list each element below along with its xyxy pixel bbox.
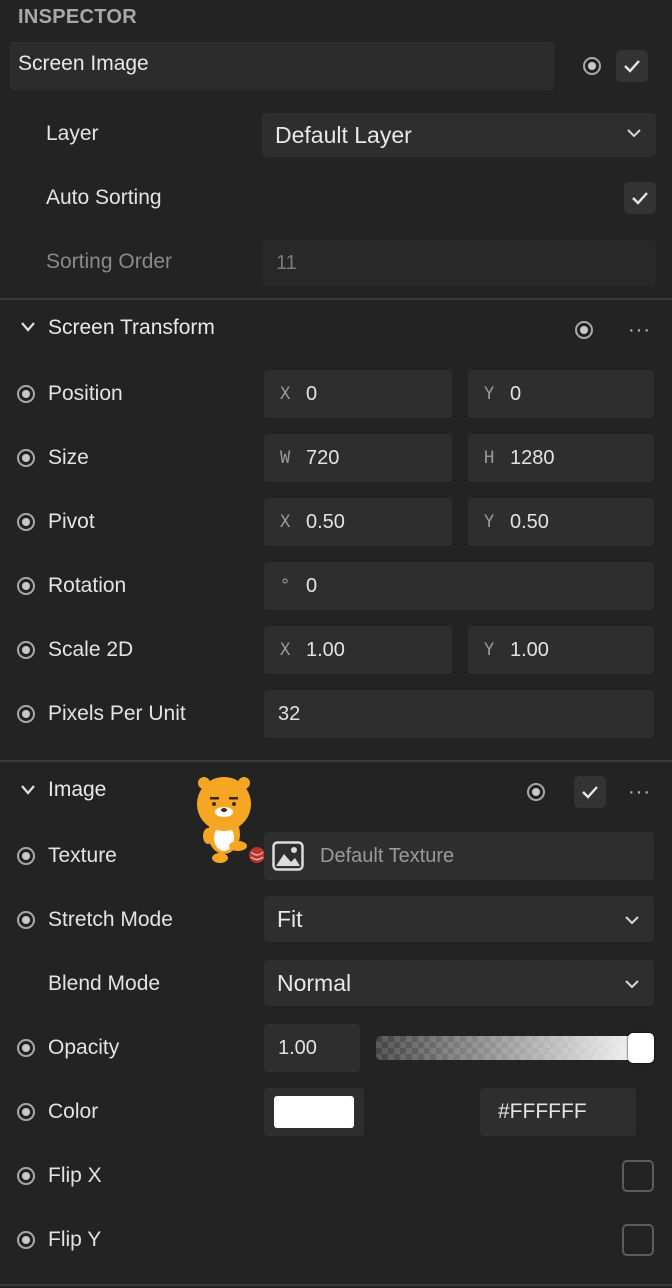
scale-x-value: 1.00 — [306, 639, 345, 661]
sorting-order-field: 11 — [262, 240, 656, 286]
chevron-down-icon — [625, 980, 639, 989]
layer-select[interactable]: Default Layer — [262, 113, 656, 157]
opacity-label: Opacity — [48, 1036, 120, 1059]
position-y-field[interactable]: Y 0 — [468, 370, 654, 418]
flip-y-radio-icon[interactable] — [17, 1231, 35, 1249]
chevron-down-icon — [627, 129, 641, 138]
axis-y-label: Y — [484, 384, 495, 404]
screen-transform-more-icon[interactable]: ··· — [628, 320, 651, 340]
check-icon — [582, 786, 598, 799]
axis-w-label: W — [280, 448, 291, 468]
color-hex-value: #FFFFFF — [498, 1100, 587, 1123]
chevron-down-icon — [625, 916, 639, 925]
color-radio-icon[interactable] — [17, 1103, 35, 1121]
object-active-checkbox[interactable] — [616, 50, 648, 82]
auto-sorting-label: Auto Sorting — [46, 186, 162, 209]
ppu-field[interactable]: 32 — [264, 690, 654, 738]
texture-radio-icon[interactable] — [17, 847, 35, 865]
opacity-slider-track[interactable] — [376, 1036, 654, 1060]
flip-x-checkbox[interactable] — [622, 1160, 654, 1192]
pivot-x-field[interactable]: X 0.50 — [264, 498, 452, 546]
axis-y-label: Y — [484, 512, 495, 532]
layer-label: Layer — [46, 122, 99, 145]
opacity-field[interactable]: 1.00 — [264, 1024, 360, 1072]
flip-x-radio-icon[interactable] — [17, 1167, 35, 1185]
stretch-mode-select[interactable]: Fit — [264, 896, 654, 942]
size-radio-icon[interactable] — [17, 449, 35, 467]
ppu-radio-icon[interactable] — [17, 705, 35, 723]
color-label: Color — [48, 1100, 99, 1123]
size-w-field[interactable]: W 720 — [264, 434, 452, 482]
check-icon — [624, 60, 640, 73]
scale-y-field[interactable]: Y 1.00 — [468, 626, 654, 674]
chevron-down-icon[interactable] — [20, 784, 36, 796]
scale-x-field[interactable]: X 1.00 — [264, 626, 452, 674]
position-x-field[interactable]: X 0 — [264, 370, 452, 418]
pivot-y-value: 0.50 — [510, 511, 549, 533]
flip-x-label: Flip X — [48, 1164, 102, 1187]
texture-label: Texture — [48, 844, 117, 867]
axis-h-label: H — [484, 448, 495, 468]
pivot-radio-icon[interactable] — [17, 513, 35, 531]
mascot-sticker-icon — [197, 777, 265, 863]
ppu-value: 32 — [278, 703, 301, 725]
rotation-field[interactable]: ° 0 — [264, 562, 654, 610]
ppu-label: Pixels Per Unit — [48, 702, 186, 725]
object-visibility-radio-icon[interactable] — [583, 57, 601, 75]
image-icon — [272, 841, 304, 871]
pivot-x-value: 0.50 — [306, 511, 345, 533]
sorting-order-value: 11 — [276, 252, 297, 274]
pivot-y-field[interactable]: Y 0.50 — [468, 498, 654, 546]
blend-mode-label: Blend Mode — [48, 972, 161, 995]
size-h-field[interactable]: H 1280 — [468, 434, 654, 482]
opacity-value: 1.00 — [278, 1037, 317, 1059]
size-h-value: 1280 — [510, 447, 555, 469]
rotation-radio-icon[interactable] — [17, 577, 35, 595]
size-label: Size — [48, 446, 89, 469]
chevron-down-icon[interactable] — [20, 321, 36, 333]
panel-title: INSPECTOR — [18, 6, 138, 28]
texture-value: Default Texture — [320, 845, 455, 867]
stretch-mode-radio-icon[interactable] — [17, 911, 35, 929]
position-y-value: 0 — [510, 383, 522, 405]
scale-radio-icon[interactable] — [17, 641, 35, 659]
pivot-label: Pivot — [48, 510, 95, 533]
image-enabled-checkbox[interactable] — [574, 776, 606, 808]
image-section-title[interactable]: Image — [48, 778, 106, 802]
layer-select-value: Default Layer — [275, 122, 412, 148]
divider — [0, 760, 672, 762]
auto-sorting-checkbox[interactable] — [624, 182, 656, 214]
opacity-slider-thumb[interactable] — [628, 1033, 654, 1063]
stretch-mode-value: Fit — [277, 906, 303, 932]
size-w-value: 720 — [306, 447, 340, 469]
axis-y-label: Y — [484, 640, 495, 660]
object-name-text: Screen Image — [18, 52, 149, 75]
rotation-value: 0 — [306, 575, 318, 597]
screen-transform-radio-icon[interactable] — [575, 321, 593, 339]
flip-y-label: Flip Y — [48, 1228, 102, 1251]
position-label: Position — [48, 382, 123, 405]
flip-y-checkbox[interactable] — [622, 1224, 654, 1256]
divider — [0, 298, 672, 300]
screen-transform-title[interactable]: Screen Transform — [48, 316, 215, 340]
sorting-order-label: Sorting Order — [46, 250, 173, 273]
axis-x-label: X — [280, 640, 291, 660]
image-more-icon[interactable]: ··· — [628, 782, 651, 802]
image-radio-icon[interactable] — [527, 783, 545, 801]
axis-x-label: X — [280, 512, 291, 532]
opacity-radio-icon[interactable] — [17, 1039, 35, 1057]
color-swatch[interactable] — [274, 1096, 354, 1128]
scale-y-value: 1.00 — [510, 639, 549, 661]
rotation-label: Rotation — [48, 574, 127, 597]
check-icon — [632, 192, 648, 205]
blend-mode-value: Normal — [277, 970, 352, 996]
axis-degree-label: ° — [280, 576, 291, 596]
axis-x-label: X — [280, 384, 291, 404]
stretch-mode-label: Stretch Mode — [48, 908, 173, 931]
position-radio-icon[interactable] — [17, 385, 35, 403]
blend-mode-select[interactable]: Normal — [264, 960, 654, 1006]
divider — [0, 1284, 672, 1286]
scale-label: Scale 2D — [48, 638, 134, 661]
position-x-value: 0 — [306, 383, 318, 405]
